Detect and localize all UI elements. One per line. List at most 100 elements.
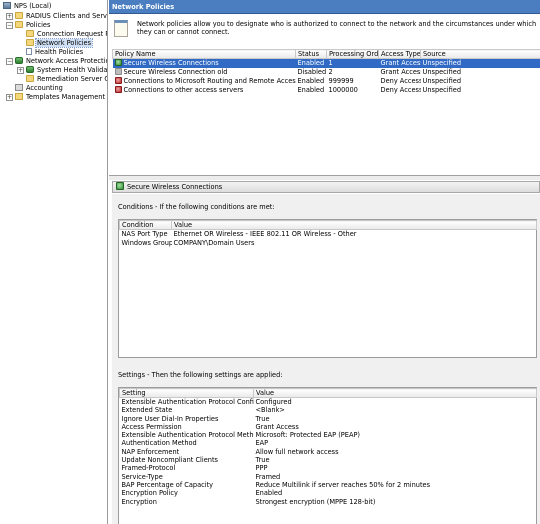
conditions-label: Conditions - If the following conditions… [118, 203, 275, 211]
setting-value-cell: Grant Access [255, 422, 299, 431]
column-header-setting[interactable]: Setting [119, 388, 254, 398]
tree-item-remediation-server-groups[interactable]: Remediation Server Group [26, 75, 107, 84]
collapse-icon[interactable]: − [6, 58, 13, 65]
setting-name-cell: Access Permission [121, 422, 182, 431]
setting-name-cell: Update Noncompliant Clients [121, 456, 218, 465]
notepad-icon [114, 20, 128, 37]
condition-row[interactable]: NAS Port Type Ethernet OR Wireless - IEE… [120, 230, 537, 240]
tree-item-network-policies[interactable]: Network Policies [26, 38, 94, 48]
page-icon [26, 48, 32, 55]
setting-row[interactable]: Service-Type Framed [120, 473, 537, 481]
setting-name-cell: Ignore User Dial-In Properties [121, 414, 219, 423]
nap-icon [26, 66, 34, 73]
setting-value-cell: Configured [255, 398, 292, 406]
grant-policy-icon [114, 59, 122, 66]
column-header-access-type[interactable]: Access Type [378, 49, 421, 59]
conditions-table: Condition Value NAS Port Type Ethernet O… [119, 220, 537, 248]
policy-status-cell: Enabled [297, 77, 325, 85]
policy-name-cell: Connections to Microsoft Routing and Rem… [113, 77, 296, 86]
expand-icon[interactable]: + [6, 13, 13, 20]
setting-row[interactable]: Update Noncompliant Clients True [120, 456, 537, 464]
tree-item-health-policies[interactable]: Health Policies [26, 48, 84, 57]
tree-item-templates-management[interactable]: Templates Management [15, 93, 106, 102]
folder-icon [26, 30, 34, 37]
condition-name-cell: Windows Groups [121, 239, 172, 247]
tree-item-network-access-protection[interactable]: Network Access Protection [15, 57, 107, 66]
policy-name-cell: Secure Wireless Connections [112, 58, 296, 68]
setting-name-cell: Framed-Protocol [121, 464, 176, 473]
policy-access-cell: Grant Access [380, 68, 421, 76]
conditions-list[interactable]: Condition Value NAS Port Type Ethernet O… [118, 219, 537, 358]
tree-item-accounting[interactable]: Accounting [15, 84, 64, 93]
detail-title-bar: Secure Wireless Connections [112, 181, 540, 193]
policy-access-cell: Grant Access [378, 58, 421, 68]
setting-name-cell: Authentication Method [121, 439, 197, 448]
expand-icon[interactable]: + [6, 94, 13, 101]
setting-row[interactable]: NAP Enforcement Allow full network access [120, 448, 537, 456]
policy-row[interactable]: Secure Wireless Connection old Disabled … [113, 68, 540, 77]
nap-icon [15, 57, 23, 64]
policy-order-cell: 999999 [328, 77, 354, 85]
expand-icon[interactable]: + [17, 67, 24, 74]
folder-icon [15, 12, 23, 19]
policy-row[interactable]: Secure Wireless Connections Enabled 1 Gr… [112, 58, 540, 68]
setting-value-cell: Framed [255, 472, 281, 481]
setting-row[interactable]: Extensible Authentication Protocol Confi… [120, 398, 537, 407]
setting-row[interactable]: Access Permission Grant Access [120, 423, 537, 431]
setting-name-cell: Extensible Authentication Protocol Confi… [121, 398, 254, 406]
policy-source-cell: Unspecified [422, 68, 462, 76]
setting-row[interactable]: Extended State <Blank> [120, 406, 537, 414]
templates-icon [15, 93, 23, 100]
setting-name-cell: BAP Percentage of Capacity [121, 480, 214, 489]
folder-icon [26, 39, 34, 46]
tree-item-radius-clients[interactable]: RADIUS Clients and Servers [15, 12, 107, 21]
pane-splitter[interactable] [109, 175, 540, 180]
setting-row[interactable]: Extensible Authentication Protocol Metho… [120, 431, 537, 439]
setting-name-cell: Encryption [121, 497, 157, 506]
setting-row[interactable]: Encryption Strongest encryption (MPPE 128… [120, 498, 537, 506]
tree-item-policies[interactable]: Policies [15, 21, 51, 30]
setting-row[interactable]: Encryption Policy Enabled [120, 489, 537, 497]
disabled-policy-icon [114, 68, 122, 75]
column-header-condition[interactable]: Condition [119, 220, 172, 230]
policy-status-cell: Enabled [297, 86, 325, 94]
column-header-processing-order[interactable]: Processing Order [326, 49, 379, 59]
condition-row[interactable]: Windows Groups COMPANY\Domain Users [120, 239, 537, 248]
policy-source-cell: Unspecified [422, 77, 462, 85]
setting-value-cell: Reduce Multilink if server reaches 50% f… [255, 480, 431, 489]
column-header-value[interactable]: Value [253, 388, 537, 398]
info-banner: Network policies allow you to designate … [109, 15, 540, 48]
setting-row[interactable]: Authentication Method EAP [120, 439, 537, 447]
column-header-value[interactable]: Value [171, 220, 537, 230]
policy-order-cell: 2 [328, 68, 333, 76]
policy-row[interactable]: Connections to other access servers Enab… [113, 86, 540, 95]
column-header-status[interactable]: Status [295, 49, 327, 59]
policy-row[interactable]: Connections to Microsoft Routing and Rem… [113, 77, 540, 86]
policies-table: Policy Name Status Processing Order Acce… [112, 49, 540, 95]
setting-name-cell: Service-Type [121, 472, 163, 481]
settings-list[interactable]: Setting Value Extensible Authentication … [118, 387, 537, 524]
tree-item-nps-local[interactable]: NPS (Local) [3, 2, 52, 11]
column-header-policy-name[interactable]: Policy Name [112, 49, 296, 59]
setting-value-cell: PPP [255, 464, 268, 473]
setting-row[interactable]: BAP Percentage of Capacity Reduce Multili… [120, 481, 537, 489]
policy-order-cell: 1 [326, 58, 379, 68]
console-tree: NPS (Local) + RADIUS Clients and Servers… [0, 0, 108, 524]
setting-row[interactable]: Ignore User Dial-In Properties True [120, 415, 537, 423]
setting-row[interactable]: Framed-Protocol PPP [120, 464, 537, 472]
column-header-source[interactable]: Source [420, 49, 540, 59]
info-text: Network policies allow you to designate … [137, 20, 537, 36]
setting-value-cell: True [255, 456, 270, 465]
setting-value-cell: Microsoft: Protected EAP (PEAP) [255, 431, 361, 440]
tree-item-connection-request-policies[interactable]: Connection Request Polici [26, 30, 107, 39]
setting-name-cell: Encryption Policy [121, 489, 178, 498]
policy-status-cell: Disabled [297, 68, 327, 76]
collapse-icon[interactable]: − [6, 22, 13, 29]
content-pane: Network Policies Network policies allow … [109, 0, 540, 524]
setting-value-cell: EAP [255, 439, 269, 448]
detail-title: Secure Wireless Connections [127, 183, 223, 191]
setting-value-cell: True [255, 414, 270, 423]
pane-title: Network Policies [109, 0, 540, 14]
tree-item-system-health-validators[interactable]: System Health Validators [26, 66, 107, 75]
policy-source-cell: Unspecified [422, 86, 462, 94]
